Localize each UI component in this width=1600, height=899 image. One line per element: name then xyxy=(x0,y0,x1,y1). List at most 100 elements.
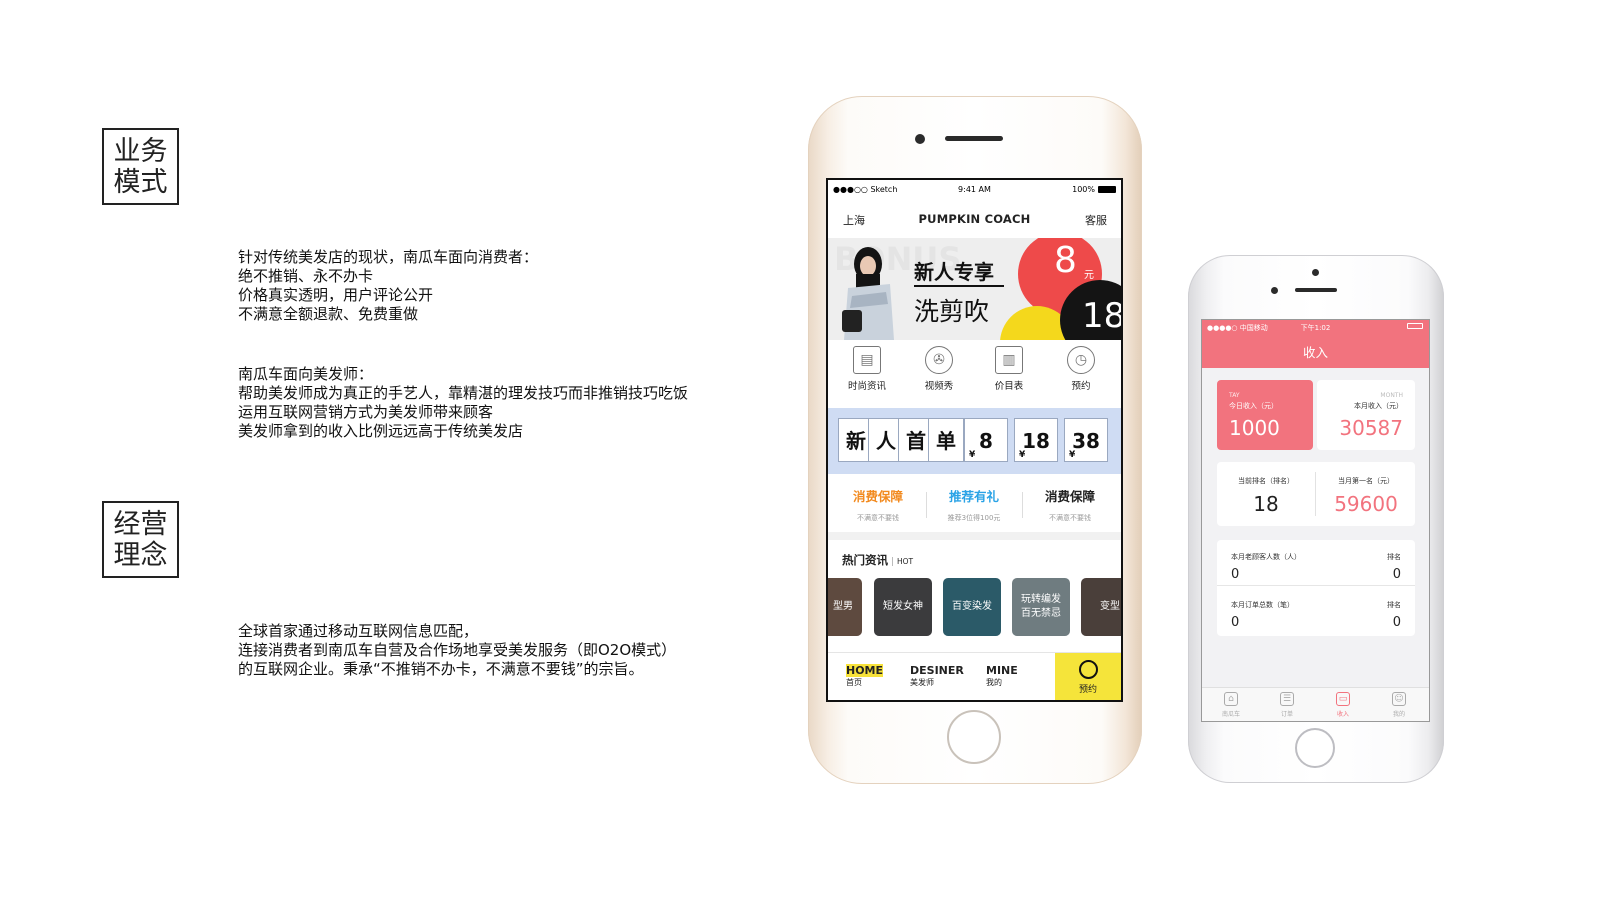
today-income-card[interactable]: TAY 今日收入（元） 1000 xyxy=(1217,380,1313,450)
promo-price: 8 xyxy=(979,429,993,453)
text-line: 南瓜车面向美发师： xyxy=(238,365,374,383)
clock-icon: ◷ xyxy=(1067,346,1095,374)
model-photo xyxy=(842,247,894,340)
guarantee-row: 消费保障 不满意不要钱 推荐有礼 推荐3位得100元 消费保障 不满意不要钱 xyxy=(828,480,1121,526)
section-title-philosophy: 经营 理念 xyxy=(102,501,179,578)
ranking-card: 当前排名（排名） 18 当月第一名（元） 59600 xyxy=(1217,462,1415,526)
price-unit: 元 xyxy=(1084,270,1094,281)
section-divider xyxy=(828,532,1121,540)
stat-rank-label: 排名 xyxy=(1387,601,1401,609)
news-icon: ▤ xyxy=(853,346,881,374)
profile-icon: ☺ xyxy=(1392,692,1406,706)
section-title-line: 经营 xyxy=(113,508,168,540)
tab-orders[interactable]: ☰ 订单 xyxy=(1264,692,1310,718)
card-en-label: TAY xyxy=(1229,392,1240,399)
nav-bar: 上海 PUMPKIN COACH 客服 xyxy=(828,204,1121,232)
bottom-tab-bar: ⌂ 南瓜车 ☰ 订单 ▭ 收入 ☺ 我的 xyxy=(1202,687,1429,721)
text-line: 的互联网企业。秉承“不推销不办卡，不满意不要钱”的宗旨。 xyxy=(238,660,644,678)
app-title: PUMPKIN COACH xyxy=(918,212,1031,226)
text-line: 帮助美发师成为真正的手艺人，靠精湛的理发技巧而非推销技巧吃饭 xyxy=(238,384,689,402)
guarantee-item[interactable]: 推荐有礼 推荐3位得100元 xyxy=(926,486,1022,523)
tab-label-en: MINE xyxy=(986,664,1018,677)
tab-label-en: HOME xyxy=(846,664,884,677)
price-small: 8 xyxy=(1054,240,1077,281)
quick-icon-prices[interactable]: ▥ 价目表 xyxy=(974,344,1044,392)
front-sensor xyxy=(1271,287,1278,294)
promo-banner[interactable]: BONUS 新人专享 洗剪吹 8 元 18 xyxy=(828,238,1121,340)
text-line: 美发师拿到的收入比例远远高于传统美发店 xyxy=(238,422,524,440)
quick-icon-label: 视频秀 xyxy=(924,381,954,392)
clock-icon xyxy=(1078,660,1098,679)
tab-designer[interactable]: DESINER 美发师 xyxy=(910,665,964,688)
news-card-label: 变型 xyxy=(1100,601,1120,612)
quick-icons-row: ▤ 时尚资讯 ✇ 视频秀 ▥ 价目表 ◷ 预约 xyxy=(828,344,1121,404)
news-card[interactable]: 百变染发 xyxy=(943,578,1001,636)
tab-mine[interactable]: ☺ 我的 xyxy=(1376,692,1422,718)
philosophy-paragraph: 全球首家通过移动互联网信息匹配， 连接消费者到南瓜车自营及合作场地享受美发服务（… xyxy=(238,622,676,679)
top-value: 59600 xyxy=(1334,492,1398,516)
section-title-line: 理念 xyxy=(113,539,168,571)
card-en-label: MONTH xyxy=(1380,392,1403,399)
tab-label-en: DESINER xyxy=(910,664,964,677)
month-income-card[interactable]: MONTH 本月收入（元） 30587 xyxy=(1317,380,1415,450)
news-card[interactable]: 短发女神 xyxy=(874,578,932,636)
tab-label-cn: 首页 xyxy=(846,678,862,687)
tab-home[interactable]: HOME 首页 xyxy=(846,664,884,688)
guarantee-sub: 不满意不要钱 xyxy=(1049,514,1091,522)
front-camera xyxy=(915,134,925,144)
news-card-label: 百变染发 xyxy=(952,601,992,612)
home-icon: ⌂ xyxy=(1224,692,1238,706)
earpiece-speaker xyxy=(1295,288,1337,292)
text-line: 价格真实透明，用户评论公开 xyxy=(238,286,434,304)
hot-news-title: 热门资讯 xyxy=(842,553,888,567)
stat-rank-value: 0 xyxy=(1392,615,1401,630)
news-card[interactable]: 玩转编发 百无禁忌 xyxy=(1012,578,1070,636)
news-card-label: 玩转编发 百无禁忌 xyxy=(1021,594,1061,619)
promo-price-box: ¥ 8 xyxy=(964,418,1008,462)
card-label: 今日收入（元） xyxy=(1229,402,1278,410)
customer-service-button[interactable]: 客服 xyxy=(1085,212,1107,228)
news-card[interactable]: 型男 xyxy=(828,578,862,636)
text-line: 连接消费者到南瓜车自营及合作场地享受美发服务（即O2O模式） xyxy=(238,641,677,659)
time-label: 下午1:02 xyxy=(1300,324,1331,332)
home-button[interactable] xyxy=(1295,728,1335,768)
quick-icon-booking[interactable]: ◷ 预约 xyxy=(1046,344,1116,392)
rank-value: 18 xyxy=(1253,492,1279,516)
hot-news-carousel[interactable]: 型男 短发女神 百变染发 玩转编发 百无禁忌 变型 xyxy=(828,578,1121,638)
tab-label: 收入 xyxy=(1336,711,1349,718)
quick-icon-news[interactable]: ▤ 时尚资讯 xyxy=(832,344,902,392)
quick-icon-label: 价目表 xyxy=(994,381,1024,392)
currency-symbol: ¥ xyxy=(1019,450,1026,460)
stat-row[interactable]: 本月老顾客人数（人） 排名 0 0 xyxy=(1217,540,1415,586)
stat-row[interactable]: 本月订单总数（笔） 排名 0 0 xyxy=(1217,588,1415,634)
news-card-label: 短发女神 xyxy=(883,601,923,612)
rank-label: 当前排名（排名） xyxy=(1238,477,1294,485)
guarantee-title: 推荐有礼 xyxy=(948,489,999,504)
wallet-icon: ▭ xyxy=(1336,692,1350,706)
guarantee-item[interactable]: 消费保障 不满意不要钱 xyxy=(1022,486,1118,523)
phone2-screen: ●●●●○ 中国移动 下午1:02 收入 TAY 今日收入（元） 1000 MO… xyxy=(1201,319,1430,722)
phone1-screen: ●●●○○ Sketch 9:41 AM 100% 上海 PUMPKIN COA… xyxy=(826,178,1123,702)
news-card[interactable]: 变型 xyxy=(1081,578,1121,636)
tab-mine[interactable]: MINE 我的 xyxy=(986,665,1018,688)
earpiece-speaker xyxy=(945,136,1003,141)
divider xyxy=(1315,472,1316,516)
book-now-button[interactable]: 预约 xyxy=(1055,653,1121,700)
guarantee-item[interactable]: 消费保障 不满意不要钱 xyxy=(830,486,926,523)
promo-price: 38 xyxy=(1072,429,1100,453)
text-line: 绝不推销、永不办卡 xyxy=(238,267,374,285)
text-line: 运用互联网营销方式为美发师带来顾客 xyxy=(238,403,494,421)
tab-pumpkin[interactable]: ⌂ 南瓜车 xyxy=(1208,692,1254,718)
stat-rank-label: 排名 xyxy=(1387,553,1401,561)
guarantee-sub: 不满意不要钱 xyxy=(857,514,899,522)
quick-icon-video[interactable]: ✇ 视频秀 xyxy=(904,344,974,392)
banner-subline: 洗剪吹 xyxy=(914,297,990,326)
first-order-promo[interactable]: 新 人 首 单 ¥ 8 ¥ 18 ¥ 38 xyxy=(828,408,1121,474)
tab-income[interactable]: ▭ 收入 xyxy=(1320,692,1366,718)
bottom-tab-bar: HOME 首页 DESINER 美发师 MINE 我的 预约 xyxy=(828,652,1121,700)
text-line: 全球首家通过移动互联网信息匹配， xyxy=(238,622,479,640)
price-big: 18 xyxy=(1082,296,1121,336)
section-title-line: 模式 xyxy=(113,166,168,198)
home-button[interactable] xyxy=(947,710,1001,764)
guarantee-title: 消费保障 xyxy=(1044,489,1095,504)
